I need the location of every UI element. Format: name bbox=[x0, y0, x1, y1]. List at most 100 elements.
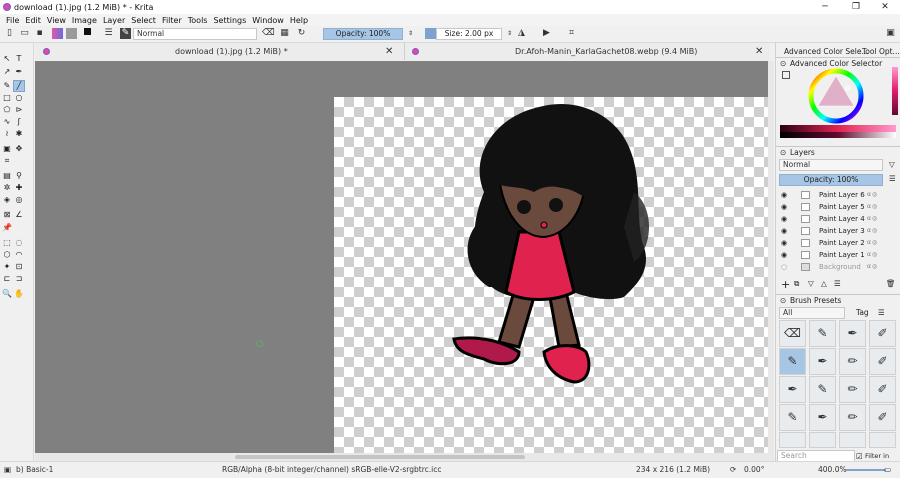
layer-opacity-slider[interactable]: Opacity: 100% bbox=[779, 174, 883, 186]
layer-row[interactable]: ◉ Paint Layer 4 α◎ bbox=[779, 213, 897, 225]
brush-preset-oil[interactable]: ✐ bbox=[869, 404, 896, 431]
fill-tool-icon[interactable]: ◈ bbox=[2, 195, 12, 205]
brush-preset-dry[interactable]: ✒ bbox=[809, 404, 836, 431]
polyline-tool-icon[interactable]: ⊳ bbox=[14, 105, 24, 115]
pan-tool-icon[interactable]: ✋ bbox=[14, 289, 24, 299]
layer-row[interactable]: ◉ Paint Layer 5 α◎ bbox=[779, 201, 897, 213]
workspace-icon[interactable]: ▣ bbox=[885, 28, 896, 39]
move-layer-up-icon[interactable]: △ bbox=[821, 279, 827, 288]
brush-preset-texture[interactable]: ✏ bbox=[839, 404, 866, 431]
brush-preset-row[interactable] bbox=[779, 432, 806, 448]
delete-layer-icon[interactable]: 🗑 bbox=[886, 279, 896, 288]
polygon-tool-icon[interactable]: ⬠ bbox=[2, 105, 12, 115]
close-tab-icon[interactable]: ✕ bbox=[755, 43, 763, 60]
layer-properties-icon[interactable]: ☰ bbox=[834, 279, 841, 288]
brush-preset-pen[interactable]: ✒ bbox=[779, 376, 806, 403]
enclose-fill-icon[interactable]: ◎ bbox=[14, 195, 24, 205]
character-drawing[interactable] bbox=[334, 97, 768, 453]
layer-flags-icon[interactable]: α◎ bbox=[867, 249, 878, 261]
visibility-eye-icon[interactable]: ◉ bbox=[781, 189, 787, 201]
gradient-tool-icon[interactable]: ▤ bbox=[2, 171, 12, 181]
layer-flags-icon[interactable]: α◎ bbox=[867, 201, 878, 213]
brush-preset-watercolor[interactable]: ✎ bbox=[779, 404, 806, 431]
zoom-tool-icon[interactable]: 🔍 bbox=[2, 289, 12, 299]
bezier-tool-icon[interactable]: ∿ bbox=[2, 117, 12, 127]
horizontal-scrollbar[interactable] bbox=[35, 453, 774, 461]
move-tool-icon[interactable]: ✥ bbox=[14, 144, 24, 154]
open-document-icon[interactable]: ▭ bbox=[19, 28, 30, 39]
color-picker-icon[interactable]: ⚲ bbox=[14, 171, 24, 181]
brush-preset-blender[interactable]: ✐ bbox=[869, 320, 896, 347]
layer-row[interactable]: ◉ Paint Layer 1 α◎ bbox=[779, 249, 897, 261]
menu-layer[interactable]: Layer bbox=[103, 16, 125, 25]
mirror-horizontal-icon[interactable]: ◮ bbox=[516, 28, 527, 39]
freehand-select-icon[interactable]: ◠ bbox=[14, 250, 24, 260]
filter-in-tag-checkbox[interactable]: ☑ bbox=[856, 452, 863, 461]
menu-settings[interactable]: Settings bbox=[213, 16, 246, 25]
layer-row[interactable]: ◉ Paint Layer 3 α◎ bbox=[779, 225, 897, 237]
layer-flags-icon[interactable]: α◎ bbox=[867, 225, 878, 237]
menu-edit[interactable]: Edit bbox=[25, 16, 41, 25]
brush-status-icon[interactable]: ▣ bbox=[4, 462, 11, 478]
layer-flags-icon[interactable]: α◎ bbox=[867, 213, 878, 225]
tab-download-jpg[interactable]: download (1).jpg (1.2 MiB) * bbox=[175, 43, 288, 60]
mirror-vertical-icon[interactable]: ▶ bbox=[541, 28, 552, 39]
blend-mode-select[interactable]: Normal bbox=[133, 28, 257, 40]
brush-preset-smudge[interactable]: ✏ bbox=[839, 376, 866, 403]
polygon-select-icon[interactable]: ⬡ bbox=[2, 250, 12, 260]
tab-tool-options[interactable]: Tool Opt... bbox=[862, 47, 900, 56]
bezier-select-icon[interactable]: ⊏ bbox=[2, 274, 12, 284]
brush-preset-fill[interactable]: ✐ bbox=[869, 348, 896, 375]
color-wheel[interactable] bbox=[808, 68, 864, 124]
dynamic-brush-icon[interactable]: ≀ bbox=[2, 129, 12, 139]
magnetic-select-icon[interactable]: ⊐ bbox=[14, 274, 24, 284]
similar-select-icon[interactable]: ⊡ bbox=[14, 262, 24, 272]
brush-preset-chalk[interactable]: ✐ bbox=[869, 376, 896, 403]
add-layer-icon[interactable]: + bbox=[781, 278, 790, 291]
size-stepper-icon[interactable]: ⇕ bbox=[504, 28, 515, 39]
crop-tool-icon[interactable]: ⌗ bbox=[2, 156, 12, 166]
save-document-icon[interactable]: ▪ bbox=[34, 28, 45, 39]
menu-tools[interactable]: Tools bbox=[188, 16, 208, 25]
brush-preset-eraser[interactable]: ⌫ bbox=[779, 320, 806, 347]
lock-icon[interactable]: ⊙ bbox=[780, 59, 786, 68]
menu-image[interactable]: Image bbox=[72, 16, 97, 25]
calligraphy-icon[interactable]: ✒ bbox=[14, 67, 24, 77]
select-shapes-icon[interactable]: ↖ bbox=[2, 54, 12, 64]
menu-view[interactable]: View bbox=[47, 16, 66, 25]
brush-filter-select[interactable]: All bbox=[779, 307, 845, 319]
reload-preset-icon[interactable]: ↻ bbox=[296, 28, 307, 39]
multibrush-icon[interactable]: ✱ bbox=[14, 129, 24, 139]
visibility-eye-icon[interactable]: ◉ bbox=[781, 225, 787, 237]
canvas-area[interactable] bbox=[35, 61, 768, 453]
brush-preset-basic-1[interactable]: ✎ bbox=[779, 348, 806, 375]
edit-shapes-icon[interactable]: ↗ bbox=[2, 67, 12, 77]
zoom-handle-icon[interactable]: ▭ bbox=[884, 462, 891, 478]
layers-lock-icon[interactable]: ⊙ bbox=[780, 148, 786, 157]
brush-tag-select[interactable]: Tag bbox=[856, 308, 869, 317]
measure-tool-icon[interactable]: ∠ bbox=[14, 210, 24, 220]
wrap-around-icon[interactable]: ⌗ bbox=[566, 28, 577, 39]
brush-preset-marker[interactable]: ✒ bbox=[809, 348, 836, 375]
visibility-eye-icon[interactable]: ◉ bbox=[781, 237, 787, 249]
brush-presets-lock-icon[interactable]: ⊙ bbox=[780, 296, 786, 305]
eraser-mode-icon[interactable]: ⌫ bbox=[262, 28, 275, 39]
horizontal-scroll-thumb[interactable] bbox=[235, 455, 525, 459]
layer-row[interactable]: ◉ Paint Layer 6 α◎ bbox=[779, 189, 897, 201]
color-bar[interactable] bbox=[780, 125, 896, 132]
hue-strip[interactable] bbox=[892, 67, 898, 115]
maximize-button[interactable]: ❐ bbox=[841, 0, 871, 14]
close-tab-icon[interactable]: ✕ bbox=[385, 43, 393, 60]
rect-select-icon[interactable]: ⬚ bbox=[2, 238, 12, 248]
layer-row[interactable]: ○ Background α◎ bbox=[779, 261, 897, 273]
opacity-slider[interactable]: Opacity: 100% bbox=[323, 28, 403, 40]
vertical-scrollbar[interactable] bbox=[768, 61, 774, 453]
freehand-path-icon[interactable]: ʃ bbox=[14, 117, 24, 127]
preserve-alpha-icon[interactable]: ▦ bbox=[279, 28, 290, 39]
smart-patch-icon[interactable]: ✲ bbox=[2, 183, 12, 193]
layer-row[interactable]: ◉ Paint Layer 2 α◎ bbox=[779, 237, 897, 249]
brush-preset-paint[interactable]: ✎ bbox=[809, 376, 836, 403]
layer-flags-icon[interactable]: α◎ bbox=[867, 261, 878, 273]
visibility-eye-icon[interactable]: ◉ bbox=[781, 249, 787, 261]
tab-advanced-color-selector[interactable]: Advanced Color Sele... bbox=[784, 47, 869, 56]
